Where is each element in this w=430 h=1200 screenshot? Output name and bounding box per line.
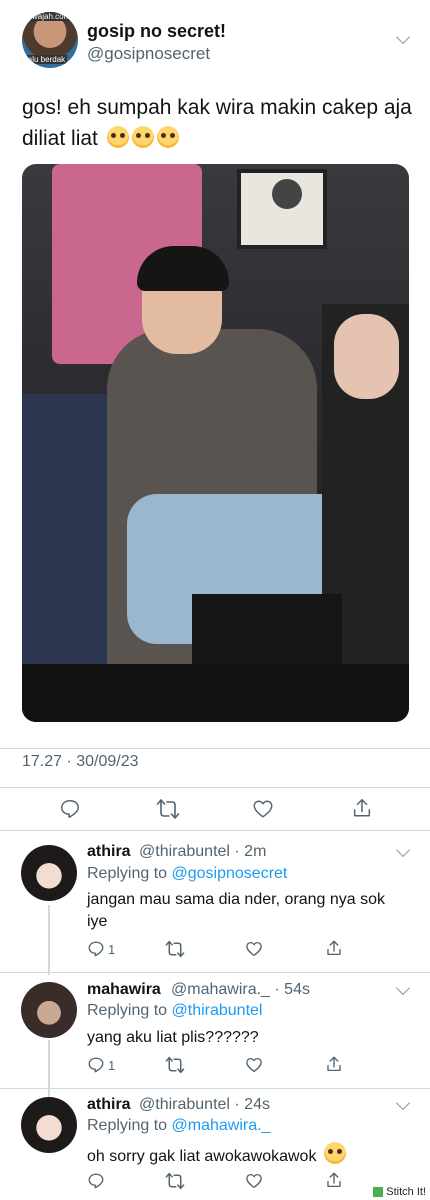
tweet-photo[interactable] [22, 164, 409, 722]
share-icon[interactable] [325, 939, 343, 957]
like-icon[interactable] [252, 798, 274, 820]
share-icon[interactable] [325, 1171, 343, 1189]
pleading-face-emoji-icon [156, 126, 179, 148]
retweet-icon[interactable] [165, 1056, 185, 1074]
reply-text: jangan mau sama dia nder, orang nya sok … [87, 891, 385, 930]
screaming-face-emoji-icon [323, 1142, 346, 1164]
reply-display-name[interactable]: athira [87, 843, 131, 861]
reply-meta: @mahawira._ · 54s [171, 981, 310, 998]
reply-meta: @thirabuntel · 2m [139, 843, 267, 860]
stitch-logo-icon [373, 1187, 384, 1197]
display-name[interactable]: gosip no secret! [87, 21, 226, 42]
like-icon[interactable] [245, 940, 263, 958]
photo-stage-floor [22, 664, 409, 722]
replying-to-mention[interactable]: @mahawira._ [172, 1117, 271, 1134]
divider [0, 1088, 430, 1089]
pleading-face-emoji-icon [106, 126, 129, 148]
reply-text: yang aku liat plis?????? [87, 1029, 259, 1046]
reply-count: 1 [108, 942, 116, 957]
replying-to: Replying to @gosipnosecret [87, 865, 287, 883]
reply-text-content: oh sorry gak liat awokawokawok [87, 1148, 317, 1165]
retweet-icon[interactable] [165, 940, 185, 958]
avatar[interactable]: wajah.com lalu berdak [22, 12, 78, 68]
like-icon[interactable] [245, 1056, 263, 1074]
pleading-face-emoji-icon [131, 126, 154, 148]
divider [0, 748, 430, 749]
divider [0, 972, 430, 973]
replying-to-mention[interactable]: @gosipnosecret [172, 865, 288, 882]
divider [0, 830, 430, 831]
watermark-text: Stitch It! [386, 1186, 426, 1198]
replying-to: Replying to @mahawira._ [87, 1117, 270, 1135]
tweet-timestamp[interactable]: 17.27 · 30/09/23 [22, 753, 139, 771]
photo-main-person-hair [137, 246, 229, 291]
thread-line [48, 1040, 50, 1098]
reply-icon[interactable] [59, 798, 81, 820]
photo-portrait-head [272, 179, 302, 209]
replying-to-prefix: Replying to [87, 865, 168, 882]
reply-display-name[interactable]: athira [87, 1096, 131, 1114]
tweet-text: gos! eh sumpah kak wira makin cakep aja … [22, 92, 412, 154]
avatar-caption-top: wajah.com [30, 12, 73, 21]
like-icon[interactable] [245, 1172, 263, 1190]
thread-line [48, 905, 50, 975]
reply-text: oh sorry gak liat awokawokawok [87, 1142, 407, 1168]
photo-right-person-face [334, 314, 399, 399]
share-icon[interactable] [351, 797, 373, 819]
replying-to: Replying to @thirabuntel [87, 1002, 262, 1020]
retweet-icon[interactable] [156, 798, 180, 820]
tweet-header: wajah.com lalu berdak gosip no secret! @… [22, 12, 412, 72]
avatar[interactable] [21, 845, 77, 901]
replying-to-mention[interactable]: @thirabuntel [172, 1002, 263, 1019]
reply-icon[interactable] [87, 1172, 105, 1190]
retweet-icon[interactable] [165, 1172, 185, 1190]
reply-icon[interactable] [87, 1056, 105, 1074]
reply-display-name[interactable]: mahawira [87, 981, 161, 999]
divider [0, 787, 430, 788]
avatar[interactable] [21, 1097, 77, 1153]
share-icon[interactable] [325, 1055, 343, 1073]
avatar-caption-bottom: lalu berdak [24, 55, 68, 64]
reply-meta: @thirabuntel · 24s [139, 1096, 270, 1113]
reply-count: 1 [108, 1058, 116, 1073]
chevron-down-icon[interactable] [395, 842, 411, 858]
chevron-down-icon[interactable] [395, 29, 411, 45]
chevron-down-icon[interactable] [395, 1095, 411, 1111]
avatar[interactable] [21, 982, 77, 1038]
reply-icon[interactable] [87, 940, 105, 958]
user-handle[interactable]: @gosipnosecret [87, 44, 210, 64]
chevron-down-icon[interactable] [395, 980, 411, 996]
replying-to-prefix: Replying to [87, 1002, 168, 1019]
replying-to-prefix: Replying to [87, 1117, 168, 1134]
watermark: Stitch It! [373, 1186, 426, 1198]
tweet-text-content: gos! eh sumpah kak wira makin cakep aja … [22, 96, 412, 150]
